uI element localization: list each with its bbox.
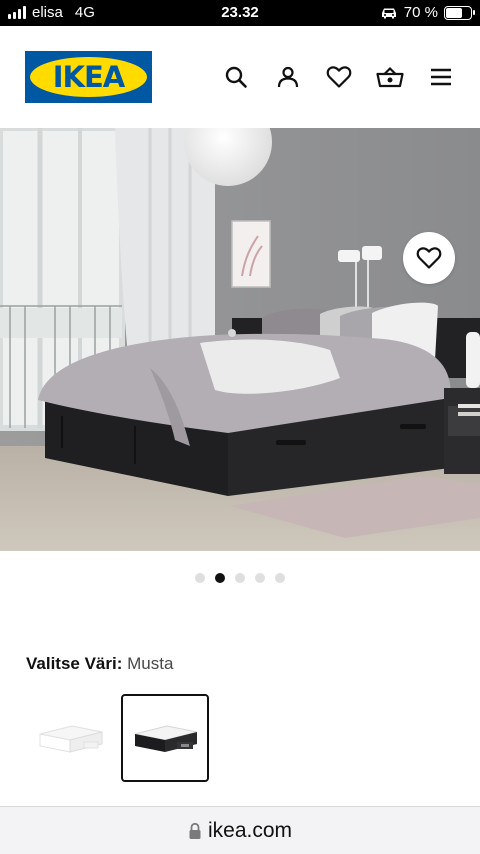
site-header: IKEA [0, 26, 480, 128]
search-icon[interactable] [222, 63, 250, 91]
logo-text: IKEA [52, 60, 126, 94]
carousel-dot[interactable] [275, 573, 285, 583]
add-to-favourites-button[interactable] [403, 232, 455, 284]
menu-icon[interactable] [427, 63, 455, 91]
product-image[interactable] [0, 128, 480, 551]
battery-level [446, 7, 463, 18]
white-bed-thumbnail [39, 725, 103, 753]
basket-icon[interactable] [376, 63, 404, 91]
logo-oval: IKEA [30, 57, 147, 97]
screen: elisa 4G 23.32 70 % IKEA Valitse Väri: M… [0, 0, 480, 854]
battery-icon [444, 5, 475, 20]
ikea-logo[interactable]: IKEA [25, 51, 152, 103]
bedroom-photo [0, 128, 480, 551]
browser-url-bar[interactable]: ikea.com [0, 806, 480, 854]
battery-percentage: 70 % [403, 4, 438, 21]
heart-icon[interactable] [325, 63, 353, 91]
color-label: Valitse Väri: [26, 654, 123, 673]
lock-icon [189, 822, 201, 839]
black-bed-thumbnail [134, 725, 198, 752]
color-selector-label: Valitse Väri: Musta [26, 654, 173, 674]
color-option-white[interactable] [26, 694, 114, 782]
carousel-dot[interactable] [235, 573, 245, 583]
carousel-dot[interactable] [195, 573, 205, 583]
car-icon [381, 8, 396, 18]
url-text: ikea.com [207, 818, 293, 842]
carousel-dot[interactable] [255, 573, 265, 583]
profile-icon[interactable] [274, 63, 302, 91]
color-option-black[interactable] [121, 694, 209, 782]
heart-icon [416, 247, 442, 269]
selected-color-value: Musta [127, 654, 174, 673]
status-bar: elisa 4G 23.32 70 % [0, 0, 480, 26]
carousel-dots [0, 573, 480, 585]
carousel-dot[interactable] [215, 573, 225, 583]
